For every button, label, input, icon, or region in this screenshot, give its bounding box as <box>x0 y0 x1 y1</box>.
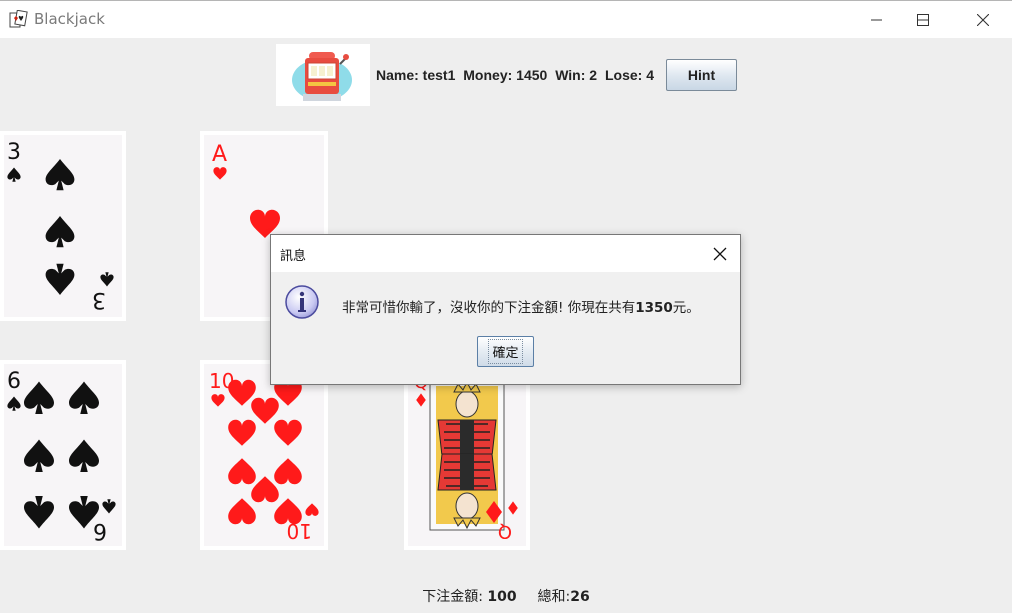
window-title: Blackjack <box>34 10 105 28</box>
close-icon <box>977 14 989 26</box>
card-rank: A <box>212 142 227 167</box>
svg-text:Q: Q <box>498 521 512 542</box>
dialog-title: 訊息 <box>280 249 307 264</box>
remaining-money: 1350 <box>635 300 673 316</box>
message-dialog: 訊息 非常可惜你輸了，沒收你的下注金額! 你現在共有1350元。 確定 <box>270 234 741 385</box>
player-card-2: 10 10 <box>202 362 326 548</box>
bet-label: 下注金額: <box>422 589 483 605</box>
minimize-icon <box>871 19 882 21</box>
player-card-3: Q Q <box>406 362 528 548</box>
player-money: Money: 1450 <box>463 67 548 83</box>
ok-button-label: 確定 <box>488 339 523 364</box>
dialog-titlebar: 訊息 <box>271 235 740 272</box>
dealer-card-1: 3 3 <box>2 133 124 319</box>
window-titlebar: Blackjack <box>0 0 1012 38</box>
svg-text:10: 10 <box>287 519 312 543</box>
information-icon <box>284 284 320 320</box>
player-status: Name: test1 Money: 1450 Win: 2 Lose: 4 <box>376 67 658 83</box>
svg-text:3: 3 <box>92 287 106 312</box>
close-button[interactable] <box>960 1 1006 39</box>
card-rank: 6 <box>7 369 21 394</box>
minimize-button-real[interactable] <box>854 1 900 39</box>
card-rank: 3 <box>7 140 21 165</box>
dialog-close-button[interactable] <box>708 242 732 266</box>
maximize-button[interactable] <box>900 1 946 39</box>
sum-label: 總和: <box>537 589 571 605</box>
message-suffix: 元。 <box>672 300 700 316</box>
player-losses: Lose: 4 <box>604 67 654 83</box>
player-wins: Win: 2 <box>555 67 598 83</box>
sum-value: 26 <box>570 589 590 605</box>
bet-value: 100 <box>487 589 517 605</box>
ok-button[interactable]: 確定 <box>477 336 534 367</box>
message-text: 非常可惜你輸了，沒收你的下注金額! 你現在共有 <box>342 300 636 316</box>
player-name: Name: test1 <box>376 67 456 83</box>
bet-summary: 下注金額: 100 總和:26 <box>0 586 1012 606</box>
hint-button[interactable]: Hint <box>666 59 737 91</box>
maximize-icon <box>917 14 929 26</box>
player-card-1: 6 6 <box>2 362 124 548</box>
slot-machine-logo <box>276 44 370 106</box>
dialog-message: 非常可惜你輸了，沒收你的下注金額! 你現在共有1350元。 <box>342 296 700 316</box>
svg-text:6: 6 <box>93 518 107 543</box>
blackjack-app-icon <box>9 9 29 30</box>
close-icon <box>713 247 727 261</box>
